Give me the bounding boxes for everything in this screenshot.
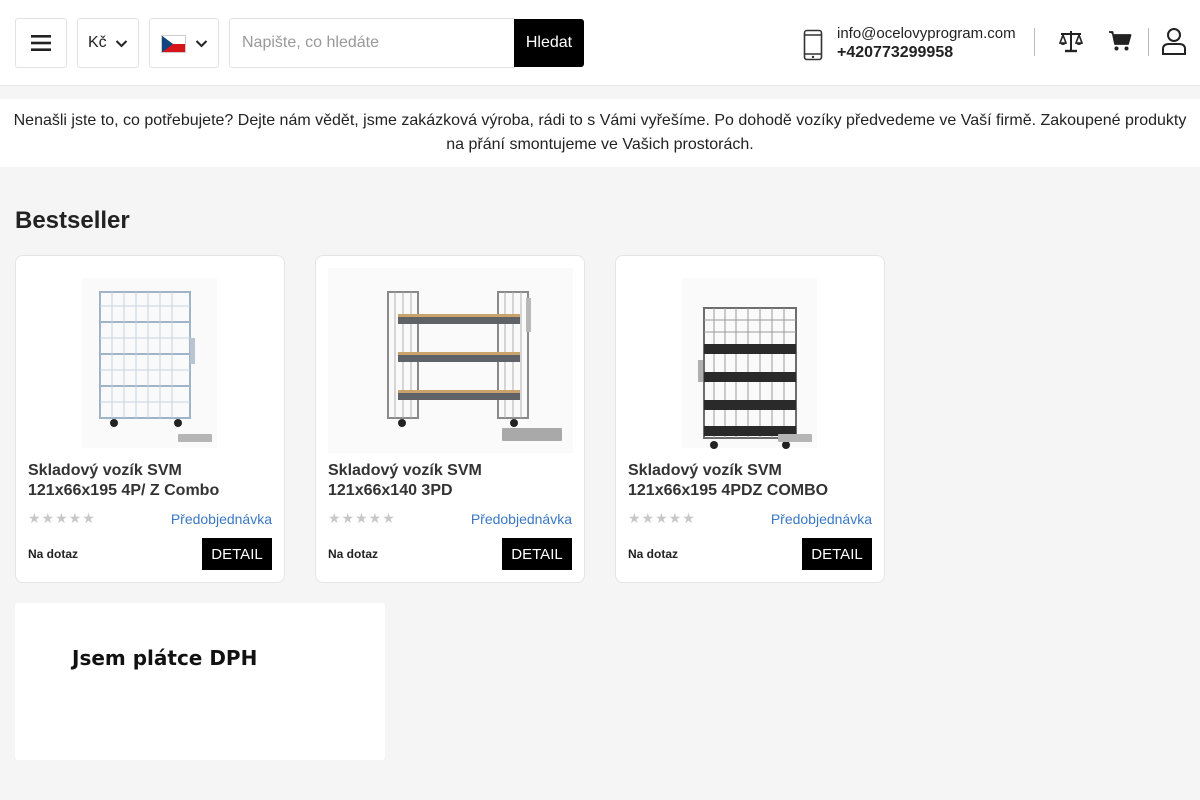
contact-email-link[interactable]: info@ocelovyprogram.com [837, 25, 1016, 42]
currency-value: Kč [88, 34, 107, 51]
product-card[interactable]: Skladový vozík SVM 121x66x140 3PD ★★★★★ … [315, 255, 585, 583]
rating-stars: ★★★★★ [28, 510, 96, 526]
product-price: Na dotaz [28, 547, 79, 561]
contact-phone-link[interactable]: +420773299958 [837, 44, 953, 62]
availability-status: Předobjednávka [470, 511, 572, 527]
search-button[interactable]: Hledat [514, 19, 584, 67]
cart-icon [1109, 31, 1132, 51]
menu-icon [31, 35, 51, 51]
menu-button[interactable] [15, 18, 67, 68]
user-icon [1162, 28, 1186, 55]
product-price: Na dotaz [328, 547, 379, 561]
product-price: Na dotaz [628, 547, 679, 561]
rating-stars: ★★★★★ [328, 510, 396, 526]
search-input[interactable] [229, 18, 515, 68]
product-name[interactable]: Skladový vozík SVM 121x66x140 3PD [328, 461, 573, 501]
section-title: Bestseller [15, 207, 130, 234]
divider [1148, 28, 1149, 56]
language-select[interactable] [149, 18, 219, 68]
product-name[interactable]: Skladový vozík SVM 121x66x195 4PDZ COMBO [628, 461, 873, 501]
product-name[interactable]: Skladový vozík SVM 121x66x195 4P/ Z Comb… [28, 461, 273, 501]
product-image[interactable] [628, 268, 873, 453]
product-image[interactable] [328, 268, 573, 453]
divider [1034, 28, 1035, 56]
detail-button[interactable]: DETAIL [802, 538, 872, 570]
detail-button[interactable]: DETAIL [202, 538, 272, 570]
product-image[interactable] [28, 268, 273, 453]
compare-button[interactable] [1057, 26, 1085, 56]
compare-scales-icon [1058, 31, 1084, 53]
rating-stars: ★★★★★ [628, 510, 696, 526]
detail-button[interactable]: DETAIL [502, 538, 572, 570]
chevron-down-icon [115, 40, 128, 48]
cart-button[interactable] [1106, 26, 1134, 56]
currency-select[interactable]: Kč [77, 18, 139, 68]
chevron-down-icon [195, 40, 208, 48]
custom-order-notice: Nenašli jste to, co potřebujete? Dejte n… [0, 99, 1200, 167]
account-button[interactable] [1160, 26, 1188, 56]
vat-payer-banner: Jsem plátce DPH [15, 603, 385, 760]
phone-icon [803, 29, 823, 61]
product-cart-image [682, 278, 817, 449]
availability-status: Předobjednávka [170, 511, 272, 527]
product-cart-image [328, 268, 573, 453]
vat-payer-text: Jsem plátce DPH [72, 646, 258, 670]
product-cart-image [82, 278, 217, 448]
availability-status: Předobjednávka [770, 511, 872, 527]
czech-flag-icon [161, 35, 186, 53]
site-header: Kč Hledat info@ocelovyprogram.com +42077… [0, 0, 1200, 86]
product-card[interactable]: Skladový vozík SVM 121x66x195 4P/ Z Comb… [15, 255, 285, 583]
product-card[interactable]: Skladový vozík SVM 121x66x195 4PDZ COMBO… [615, 255, 885, 583]
